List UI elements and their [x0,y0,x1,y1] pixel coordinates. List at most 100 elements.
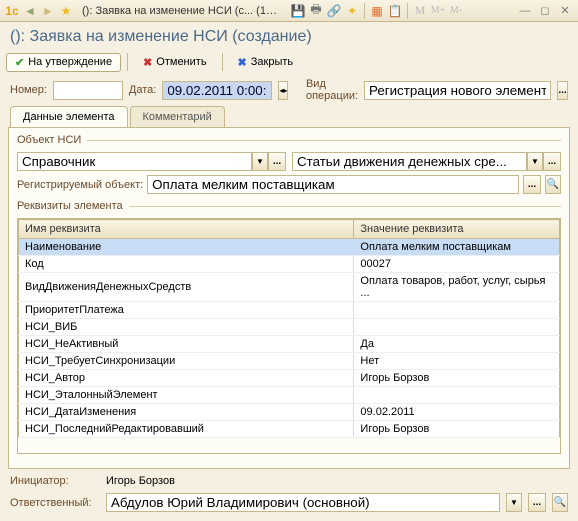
attr-value-cell[interactable]: 09.02.2011 [354,404,560,421]
date-stepper[interactable]: ◂▸ [278,81,288,100]
memory-mminus-icon[interactable]: M- [448,3,464,19]
memory-m-icon[interactable]: M [412,3,428,19]
tabs: Данные элемента Комментарий [0,106,578,127]
registered-input[interactable] [147,175,519,194]
attr-value-cell[interactable] [354,319,560,336]
col-value[interactable]: Значение реквизита [354,220,560,239]
registered-label: Регистрируемый объект: [17,179,143,191]
date-input[interactable] [162,81,272,100]
minimize-button[interactable]: — [516,3,534,19]
number-label: Номер: [10,84,47,96]
object-type-input[interactable] [17,152,252,171]
grid-icon[interactable]: ▦ [369,3,385,19]
table-row[interactable]: ПриоритетПлатежа [19,302,560,319]
page-title: (): Заявка на изменение НСИ (создание) [10,28,568,46]
table-row[interactable]: НСИ_ДатаИзменения09.02.2011 [19,404,560,421]
attr-name-cell[interactable]: НСИ_ЭталонныйЭлемент [19,387,354,404]
responsible-select[interactable]: ... [528,493,546,512]
attr-name-cell[interactable]: НСИ_Автор [19,370,354,387]
footer: Инициатор: Игорь Борзов Ответственный: ▼… [8,472,570,515]
group-attributes: Реквизиты элемента Имя реквизита Значени… [17,200,561,456]
favorite-star-icon[interactable]: ★ [58,3,74,19]
object-type-select[interactable]: ... [268,152,286,171]
responsible-input[interactable] [106,493,500,512]
registered-select[interactable]: ... [523,175,541,194]
cashflow-dropdown[interactable]: ▼ [527,152,543,171]
tab-comment[interactable]: Комментарий [130,106,225,127]
operation-label: Вид операции: [306,78,358,102]
attr-name-cell[interactable]: ВидДвиженияДенежныхСредств [19,273,354,302]
calendar-icon[interactable]: 📋 [387,3,403,19]
number-input[interactable] [53,81,123,100]
attr-value-cell[interactable]: Оплата мелким поставщикам [354,239,560,256]
table-row[interactable]: НСИ_АвторИгорь Борзов [19,370,560,387]
attr-name-cell[interactable]: НСИ_ТребуетСинхронизации [19,353,354,370]
date-label: Дата: [129,84,156,96]
attributes-table[interactable]: Имя реквизита Значение реквизита Наимено… [18,219,560,438]
responsible-dropdown[interactable]: ▼ [506,493,522,512]
attr-name-cell[interactable]: НСИ_ДатаИзменения [19,404,354,421]
responsible-search-icon[interactable]: 🔍 [552,493,568,512]
initiator-label: Инициатор: [10,475,100,487]
cancel-button[interactable]: ✖ Отменить [134,53,215,72]
attr-value-cell[interactable]: Игорь Борзов [354,370,560,387]
registered-search-icon[interactable]: 🔍 [545,175,561,194]
nav-back-icon[interactable]: ◄ [22,3,38,19]
close-button[interactable]: ✖ Закрыть [229,53,303,72]
tab-element-data[interactable]: Данные элемента [10,106,128,127]
cancel-label: Отменить [156,56,206,68]
table-row[interactable]: ВидДвиженияДенежныхСредствОплата товаров… [19,273,560,302]
table-row[interactable]: НСИ_НеАктивныйДа [19,336,560,353]
action-toolbar: ✔ На утверждение ✖ Отменить ✖ Закрыть [0,50,578,74]
table-row[interactable]: НСИ_ВИБ [19,319,560,336]
separator [364,3,365,19]
attr-value-cell[interactable]: Нет [354,353,560,370]
window-titlebar: 1c ◄ ► ★ (): Заявка на изменение НСИ (с.… [0,0,578,22]
responsible-label: Ответственный: [10,497,100,509]
window-close-button[interactable]: ✕ [556,3,574,19]
attr-value-cell[interactable] [354,302,560,319]
table-row[interactable]: НСИ_ТребуетСинхронизацииНет [19,353,560,370]
nav-fwd-icon[interactable]: ► [40,3,56,19]
maximize-button[interactable]: ◻ [536,3,554,19]
separator [222,53,223,71]
approve-label: На утверждение [28,56,112,68]
print-icon[interactable]: 🖶 [308,3,324,19]
operation-select-button[interactable]: ... [557,81,568,100]
attr-value-cell[interactable] [354,387,560,404]
object-type-dropdown[interactable]: ▼ [252,152,268,171]
check-icon: ✔ [15,56,24,69]
attr-name-cell[interactable]: НСИ_ВИБ [19,319,354,336]
group-attrs-title: Реквизиты элемента [17,200,129,212]
group-object: Объект НСИ ▼ ... ▼ ... Регистрируемый об… [17,134,561,196]
approve-button[interactable]: ✔ На утверждение [6,53,121,72]
separator [127,53,128,71]
memory-mplus-icon[interactable]: M+ [430,3,446,19]
table-row[interactable]: Код00027 [19,256,560,273]
table-row[interactable]: НаименованиеОплата мелким поставщикам [19,239,560,256]
tab-body: Объект НСИ ▼ ... ▼ ... Регистрируемый об… [8,127,570,469]
header-form-row: Номер: Дата: ◂▸ Вид операции: ... [0,74,578,106]
attr-value-cell[interactable]: Игорь Борзов [354,421,560,438]
attr-value-cell[interactable]: Да [354,336,560,353]
table-row[interactable]: НСИ_ЭталонныйЭлемент [19,387,560,404]
attr-name-cell[interactable]: Наименование [19,239,354,256]
link-chain-icon[interactable]: 🔗 [326,3,342,19]
star-add-icon[interactable]: ✦ [344,3,360,19]
cashflow-input[interactable] [292,152,527,171]
page-header: (): Заявка на изменение НСИ (создание) [0,22,578,50]
close-icon: ✖ [238,56,247,69]
attr-name-cell[interactable]: НСИ_ПоследнийРедактировавший [19,421,354,438]
initiator-value: Игорь Борзов [106,475,175,487]
cashflow-select[interactable]: ... [543,152,561,171]
table-row[interactable]: НСИ_ПоследнийРедактировавшийИгорь Борзов [19,421,560,438]
close-label: Закрыть [251,56,293,68]
save-icon[interactable]: 💾 [290,3,306,19]
attr-value-cell[interactable]: 00027 [354,256,560,273]
attr-value-cell[interactable]: Оплата товаров, работ, услуг, сырья ... [354,273,560,302]
operation-input[interactable] [364,81,551,100]
attr-name-cell[interactable]: НСИ_НеАктивный [19,336,354,353]
attr-name-cell[interactable]: Код [19,256,354,273]
attr-name-cell[interactable]: ПриоритетПлатежа [19,302,354,319]
col-name[interactable]: Имя реквизита [19,220,354,239]
